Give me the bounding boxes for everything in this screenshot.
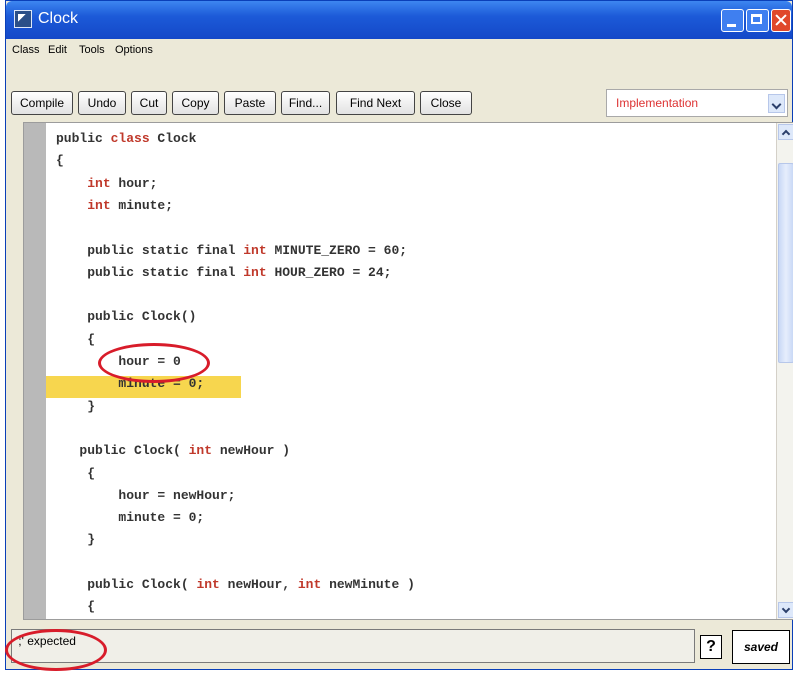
close-button[interactable]: Close bbox=[420, 91, 472, 115]
saved-indicator: saved bbox=[732, 630, 790, 664]
menu-edit[interactable]: Edit bbox=[48, 44, 67, 56]
title-bar[interactable]: Clock bbox=[6, 1, 792, 39]
app-icon bbox=[14, 10, 32, 28]
scroll-down-icon[interactable] bbox=[778, 602, 793, 618]
menu-class[interactable]: Class bbox=[12, 44, 40, 56]
help-button[interactable]: ? bbox=[700, 635, 722, 659]
code-line: { bbox=[56, 465, 96, 481]
code-line: hour = newHour; bbox=[56, 487, 236, 503]
cut-button[interactable]: Cut bbox=[131, 91, 167, 115]
clock-editor-window: Clock Class Edit Tools Options Compile U… bbox=[5, 0, 793, 670]
code-line: public class Clock bbox=[56, 131, 197, 146]
scroll-up-icon[interactable] bbox=[778, 124, 793, 140]
annotation-circle-error-message bbox=[5, 629, 107, 671]
code-line: { bbox=[56, 599, 96, 615]
minimize-button[interactable] bbox=[721, 9, 744, 32]
vertical-scrollbar[interactable] bbox=[776, 123, 793, 619]
code-line: } bbox=[56, 532, 96, 548]
chevron-down-icon[interactable] bbox=[768, 94, 785, 113]
code-line: } bbox=[56, 398, 96, 414]
undo-button[interactable]: Undo bbox=[78, 91, 126, 115]
code-line: public Clock() bbox=[56, 309, 197, 325]
code-line: { bbox=[56, 331, 96, 347]
menu-options[interactable]: Options bbox=[115, 44, 153, 56]
view-select[interactable]: Implementation bbox=[606, 89, 788, 117]
find-next-button[interactable]: Find Next bbox=[336, 91, 415, 115]
editor-gutter bbox=[24, 123, 46, 619]
code-line: { bbox=[56, 153, 64, 169]
status-message-field: ';' expected bbox=[11, 629, 695, 663]
paste-button[interactable]: Paste bbox=[224, 91, 276, 115]
code-line: minute = 0; bbox=[56, 510, 205, 526]
find-button[interactable]: Find... bbox=[281, 91, 330, 115]
menu-tools[interactable]: Tools bbox=[79, 44, 105, 56]
code-line: public Clock( int newHour ) bbox=[56, 443, 291, 459]
copy-button[interactable]: Copy bbox=[172, 91, 219, 115]
annotation-circle-missing-semicolon bbox=[98, 343, 210, 383]
close-window-button[interactable] bbox=[771, 9, 791, 32]
code-line: public static final int HOUR_ZERO = 24; bbox=[56, 264, 392, 280]
menu-bar: Class Edit Tools Options bbox=[6, 39, 792, 62]
compile-button[interactable]: Compile bbox=[11, 91, 73, 115]
status-bar: ';' expected ? saved bbox=[6, 627, 792, 669]
code-line: int minute; bbox=[87, 197, 174, 213]
maximize-button[interactable] bbox=[746, 9, 769, 32]
code-line: public Clock( int newHour, int newMinute… bbox=[56, 577, 415, 592]
view-select-value: Implementation bbox=[616, 96, 699, 110]
code-line: int hour; bbox=[87, 175, 158, 191]
toolbar: Compile Undo Cut Copy Paste Find... Find… bbox=[6, 62, 792, 128]
code-line: public static final int MINUTE_ZERO = 60… bbox=[56, 242, 408, 258]
scroll-thumb[interactable] bbox=[778, 163, 793, 363]
window-title: Clock bbox=[38, 10, 79, 27]
